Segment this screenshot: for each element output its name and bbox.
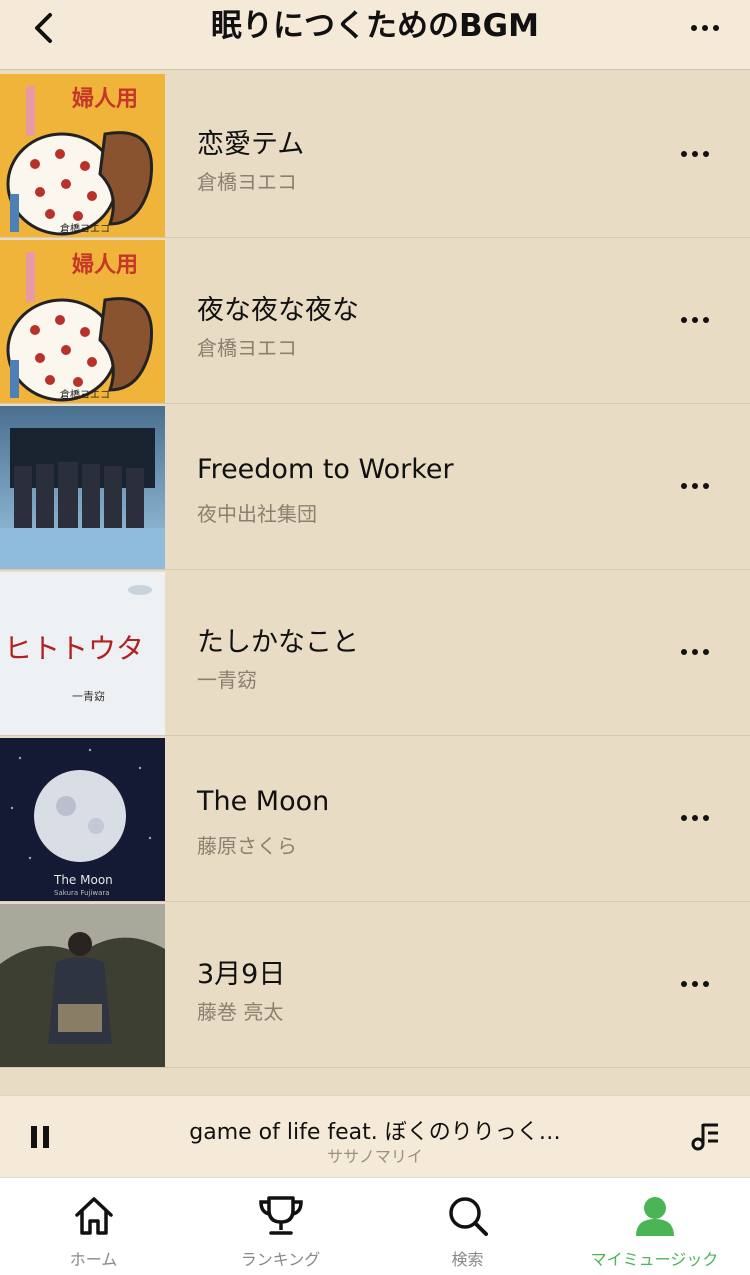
track-row[interactable]: ヒトトウタ 一青窈 たしかなこと 一青窈	[0, 570, 750, 736]
queue-button[interactable]	[688, 1118, 724, 1154]
music-queue-icon	[691, 1123, 718, 1151]
mini-player[interactable]: game of life feat. ぼくのりりっく… ササノマリイ	[0, 1095, 750, 1177]
track-title: 夜な夜な夜な	[197, 295, 359, 326]
track-more-button[interactable]	[670, 798, 720, 838]
track-more-button[interactable]	[670, 964, 720, 1004]
track-more-button[interactable]	[670, 632, 720, 672]
more-horizontal-icon	[681, 815, 709, 821]
track-title: Freedom to Worker	[197, 454, 454, 485]
header-bar: 眠りにつくためのBGM	[0, 0, 750, 70]
art-title-text: 婦人用	[71, 86, 138, 112]
art-title-text: The Moon	[53, 873, 113, 887]
track-row[interactable]: Freedom to Worker 夜中出社集団	[0, 404, 750, 570]
album-art	[0, 406, 165, 569]
album-art	[0, 904, 165, 1067]
tab-my-music[interactable]: マイミュージック	[561, 1178, 748, 1275]
home-icon	[74, 1197, 113, 1235]
playlist-more-button[interactable]	[680, 8, 730, 48]
back-button[interactable]	[22, 8, 66, 48]
album-art: 婦人用 倉橋ヨエコ	[0, 74, 165, 237]
track-list: 婦人用 倉橋ヨエコ 恋愛テム 倉橋ヨエコ 婦人用 倉橋ヨエコ 夜な夜な夜な 倉橋…	[0, 72, 750, 1068]
art-title-text: 婦人用	[71, 252, 138, 278]
track-more-button[interactable]	[670, 134, 720, 174]
chevron-left-icon	[35, 13, 52, 43]
track-row[interactable]: 婦人用 倉橋ヨエコ 夜な夜な夜な 倉橋ヨエコ	[0, 238, 750, 404]
track-row[interactable]: 3月9日 藤巻 亮太	[0, 902, 750, 1068]
art-title-text: ヒトトウタ	[4, 632, 144, 665]
track-title: 恋愛テム	[197, 129, 305, 160]
album-art: ヒトトウタ 一青窈	[0, 572, 165, 735]
now-playing-artist: ササノマリイ	[327, 1147, 423, 1166]
more-horizontal-icon	[681, 981, 709, 987]
track-more-button[interactable]	[670, 300, 720, 340]
tab-home[interactable]: ホーム	[0, 1178, 187, 1275]
tab-ranking[interactable]: ランキング	[187, 1178, 374, 1275]
more-horizontal-icon	[681, 483, 709, 489]
album-art: The Moon Sakura Fujiwara	[0, 738, 165, 901]
tab-label: ホーム	[69, 1250, 118, 1269]
track-title: The Moon	[197, 786, 330, 817]
tab-label: マイミュージック	[590, 1250, 719, 1269]
tab-bar: ホーム ランキング 検索 マイミュージック	[0, 1177, 750, 1275]
more-horizontal-icon	[691, 25, 719, 31]
pause-icon	[28, 1126, 52, 1148]
search-icon	[448, 1197, 488, 1236]
album-art: 婦人用 倉橋ヨエコ	[0, 240, 165, 403]
art-sub-text: 倉橋ヨエコ	[60, 222, 110, 235]
track-artist: 藤原さくら	[197, 834, 297, 858]
track-row[interactable]: 婦人用 倉橋ヨエコ 恋愛テム 倉橋ヨエコ	[0, 72, 750, 238]
now-playing-title: game of life feat. ぼくのりりっく…	[189, 1120, 561, 1145]
track-artist: 藤巻 亮太	[197, 1000, 284, 1024]
track-title: 3月9日	[197, 959, 286, 990]
page-title: 眠りにつくためのBGM	[211, 8, 539, 44]
more-horizontal-icon	[681, 317, 709, 323]
pause-button[interactable]	[22, 1120, 58, 1154]
tab-label: ランキング	[240, 1250, 321, 1269]
art-sub-text: 一青窈	[72, 689, 105, 703]
track-artist: 一青窈	[197, 668, 257, 692]
track-row[interactable]: The Moon Sakura Fujiwara The Moon 藤原さくら	[0, 736, 750, 902]
track-artist: 夜中出社集団	[197, 502, 317, 526]
art-sub-text: 倉橋ヨエコ	[60, 388, 110, 401]
track-artist: 倉橋ヨエコ	[197, 170, 297, 194]
track-title: たしかなこと	[197, 627, 359, 658]
track-artist: 倉橋ヨエコ	[197, 336, 297, 360]
person-icon	[635, 1197, 674, 1236]
more-horizontal-icon	[681, 649, 709, 655]
more-horizontal-icon	[681, 151, 709, 157]
tab-search[interactable]: 検索	[374, 1178, 561, 1275]
tab-label: 検索	[451, 1250, 484, 1269]
art-sub-text: Sakura Fujiwara	[54, 889, 110, 897]
trophy-icon	[258, 1196, 303, 1235]
track-more-button[interactable]	[670, 466, 720, 506]
